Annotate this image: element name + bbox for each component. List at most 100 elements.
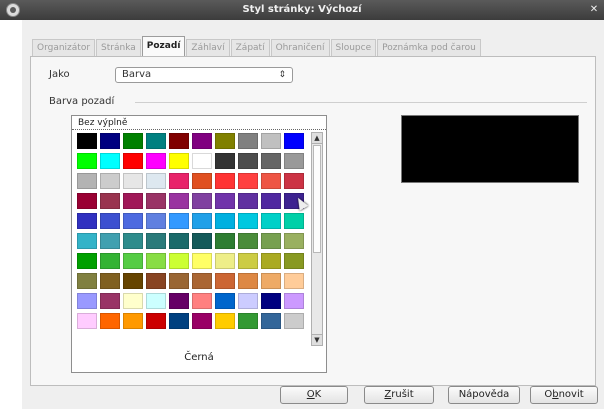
color-swatch[interactable] xyxy=(261,233,281,249)
color-swatch[interactable] xyxy=(146,273,166,289)
color-swatch[interactable] xyxy=(100,173,120,189)
palette-scrollbar[interactable]: ▲ ▼ xyxy=(311,132,323,346)
restore-button[interactable]: Obnovit xyxy=(530,386,598,404)
color-swatch[interactable] xyxy=(238,153,258,169)
color-swatch[interactable] xyxy=(123,253,143,269)
color-swatch[interactable] xyxy=(169,193,189,209)
tab-organizer[interactable]: Organizátor xyxy=(32,39,96,56)
help-button[interactable]: Nápověda xyxy=(448,386,520,404)
color-swatch[interactable] xyxy=(238,273,258,289)
color-swatch[interactable] xyxy=(192,253,212,269)
color-swatch[interactable] xyxy=(100,213,120,229)
color-swatch[interactable] xyxy=(169,273,189,289)
color-swatch[interactable] xyxy=(215,313,235,329)
tab-header[interactable]: Záhlaví xyxy=(186,39,230,56)
color-swatch[interactable] xyxy=(215,293,235,309)
color-swatch[interactable] xyxy=(284,173,304,189)
color-swatch[interactable] xyxy=(192,173,212,189)
color-swatch[interactable] xyxy=(261,293,281,309)
color-swatch[interactable] xyxy=(169,213,189,229)
color-swatch[interactable] xyxy=(100,253,120,269)
ok-button[interactable]: OK xyxy=(280,386,348,404)
color-swatch[interactable] xyxy=(146,253,166,269)
color-swatch[interactable] xyxy=(77,313,97,329)
type-select[interactable]: Barva ⇕ xyxy=(115,67,293,83)
color-swatch[interactable] xyxy=(123,273,143,289)
color-swatch[interactable] xyxy=(77,173,97,189)
color-swatch[interactable] xyxy=(284,293,304,309)
color-swatch[interactable] xyxy=(284,313,304,329)
color-swatch[interactable] xyxy=(192,293,212,309)
color-swatch[interactable] xyxy=(261,193,281,209)
color-swatch[interactable] xyxy=(169,153,189,169)
no-fill-option[interactable]: Bez výplně xyxy=(72,116,326,130)
color-swatch[interactable] xyxy=(169,313,189,329)
color-swatch[interactable] xyxy=(238,293,258,309)
color-swatch[interactable] xyxy=(77,253,97,269)
color-swatch[interactable] xyxy=(284,253,304,269)
color-swatch[interactable] xyxy=(261,153,281,169)
color-swatch[interactable] xyxy=(284,213,304,229)
color-swatch[interactable] xyxy=(215,233,235,249)
color-swatch[interactable] xyxy=(261,253,281,269)
color-swatch[interactable] xyxy=(146,173,166,189)
color-swatch[interactable] xyxy=(100,313,120,329)
color-swatch[interactable] xyxy=(261,173,281,189)
color-swatch[interactable] xyxy=(192,213,212,229)
color-swatch[interactable] xyxy=(238,133,258,149)
color-swatch[interactable] xyxy=(215,213,235,229)
close-icon[interactable]: ✕ xyxy=(588,0,600,20)
tab-background[interactable]: Pozadí xyxy=(141,36,186,56)
color-swatch[interactable] xyxy=(284,273,304,289)
color-swatch[interactable] xyxy=(192,133,212,149)
color-swatch[interactable] xyxy=(261,213,281,229)
tab-columns[interactable]: Sloupce xyxy=(330,39,377,56)
color-swatch[interactable] xyxy=(238,233,258,249)
app-menu-icon[interactable] xyxy=(6,3,20,17)
color-swatch[interactable] xyxy=(77,133,97,149)
color-swatch[interactable] xyxy=(192,233,212,249)
color-swatch[interactable] xyxy=(169,253,189,269)
color-swatch[interactable] xyxy=(77,153,97,169)
color-swatch[interactable] xyxy=(261,133,281,149)
color-swatch[interactable] xyxy=(146,233,166,249)
color-swatch[interactable] xyxy=(100,133,120,149)
color-swatch[interactable] xyxy=(123,133,143,149)
color-swatch[interactable] xyxy=(238,173,258,189)
color-swatch[interactable] xyxy=(169,173,189,189)
color-swatch[interactable] xyxy=(100,233,120,249)
color-swatch[interactable] xyxy=(100,153,120,169)
color-swatch[interactable] xyxy=(77,273,97,289)
color-swatch[interactable] xyxy=(284,153,304,169)
color-swatch[interactable] xyxy=(100,273,120,289)
color-swatch[interactable] xyxy=(192,193,212,209)
color-swatch[interactable] xyxy=(77,293,97,309)
color-swatch[interactable] xyxy=(215,133,235,149)
color-swatch[interactable] xyxy=(284,133,304,149)
color-swatch[interactable] xyxy=(146,313,166,329)
color-swatch[interactable] xyxy=(146,293,166,309)
color-swatch[interactable] xyxy=(284,233,304,249)
tab-footnote[interactable]: Poznámka pod čarou xyxy=(377,39,481,56)
color-swatch[interactable] xyxy=(123,193,143,209)
color-swatch[interactable] xyxy=(146,153,166,169)
color-swatch[interactable] xyxy=(215,253,235,269)
color-swatch[interactable] xyxy=(100,293,120,309)
color-swatch[interactable] xyxy=(123,293,143,309)
color-swatch[interactable] xyxy=(238,313,258,329)
color-swatch[interactable] xyxy=(146,213,166,229)
scroll-down-arrow-icon[interactable]: ▼ xyxy=(312,334,322,345)
color-swatch[interactable] xyxy=(261,273,281,289)
color-swatch[interactable] xyxy=(77,233,97,249)
color-swatch[interactable] xyxy=(215,193,235,209)
color-swatch[interactable] xyxy=(123,313,143,329)
color-swatch[interactable] xyxy=(169,293,189,309)
color-swatch[interactable] xyxy=(123,213,143,229)
color-swatch[interactable] xyxy=(261,313,281,329)
color-swatch[interactable] xyxy=(192,153,212,169)
color-swatch[interactable] xyxy=(123,173,143,189)
color-swatch[interactable] xyxy=(123,153,143,169)
color-swatch[interactable] xyxy=(123,233,143,249)
tab-footer[interactable]: Zápatí xyxy=(230,39,270,56)
color-swatch[interactable] xyxy=(192,273,212,289)
